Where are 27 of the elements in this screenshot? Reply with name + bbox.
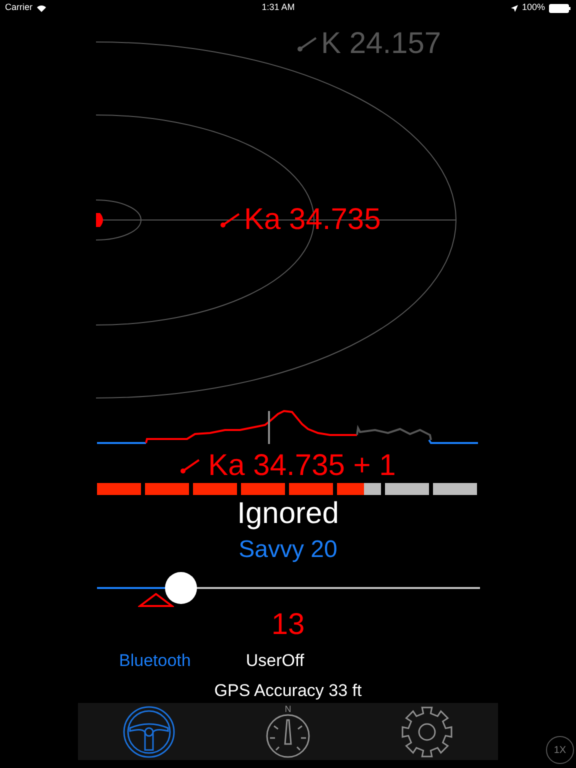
compass-icon [266,714,310,758]
steering-wheel-icon [123,706,176,758]
alert-frequency: Ka 34.735 + 1 [208,450,396,482]
connection-type: Bluetooth [119,650,191,672]
mode-label: Savvy 20 [238,536,338,563]
location-icon [510,4,518,12]
alert-status: Ignored [237,497,339,530]
connection-state: UserOff [246,650,304,672]
alert-frequency: Ka 34.735 [244,204,381,236]
vehicle-marker [96,213,103,227]
compass-north-label: N [284,705,292,714]
tab-button[interactable] [400,706,453,758]
battery-icon [548,4,571,12]
slider-thumb[interactable] [165,572,198,604]
wifi-icon [36,4,46,12]
zoom-button[interactable]: 1X [546,736,574,764]
carrier-name: Carrier [5,1,33,14]
alert-frequency: K 24.157 [321,28,442,60]
signal-icon [180,458,200,474]
status-time: 1:31 AM [262,1,295,14]
gps-accuracy: GPS Accuracy 33 ft [214,681,362,700]
warning-triangle-icon [138,593,174,607]
settings-icon [400,706,453,758]
battery-percent: 100% [522,1,545,14]
tab-button[interactable] [123,706,176,758]
tab-button[interactable]: N [266,705,310,758]
speed-value: 13 [271,608,305,641]
